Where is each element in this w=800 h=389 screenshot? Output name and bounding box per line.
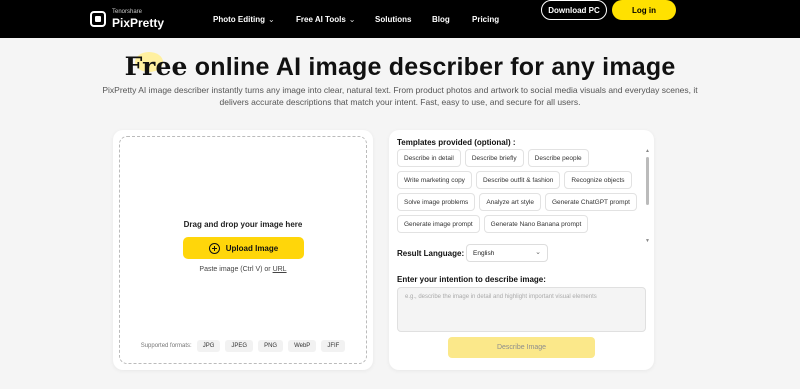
pixpretty-logo-icon xyxy=(90,11,106,27)
template-generate-image-prompt[interactable]: Generate image prompt xyxy=(397,215,480,233)
login-button[interactable]: Log in xyxy=(612,0,676,20)
format-badge: JPG xyxy=(196,340,221,352)
title-rest: online AI image describer for any image xyxy=(187,53,676,81)
template-describe-people[interactable]: Describe people xyxy=(527,149,589,167)
page-title: Free online AI image describer for any i… xyxy=(0,52,800,82)
format-badge: JFIF xyxy=(321,340,346,352)
scrollbar-thumb[interactable] xyxy=(646,157,649,205)
template-analyze-art-style[interactable]: Analyze art style xyxy=(479,193,541,211)
page-subtitle: PixPretty AI image describer instantly t… xyxy=(102,85,698,107)
logo-product: PixPretty xyxy=(112,16,165,30)
template-describe-briefly[interactable]: Describe briefly xyxy=(464,149,524,167)
intent-label: Enter your intention to describe image: xyxy=(397,275,546,284)
nav-pricing[interactable]: Pricing xyxy=(472,0,499,38)
chevron-down-icon: ⌄ xyxy=(535,249,541,256)
templates-scrollbar[interactable]: ▲ ▼ xyxy=(645,149,650,244)
formats-label: Supported formats: xyxy=(140,343,192,349)
format-badge: JPEG xyxy=(225,340,254,352)
drag-drop-text: Drag and drop your image here xyxy=(183,220,303,229)
logo-company: Tenorshare xyxy=(112,9,143,15)
download-pc-button[interactable]: Download PC xyxy=(541,0,607,20)
upload-image-button[interactable]: Upload Image xyxy=(183,237,304,259)
template-list: Describe in detail Describe briefly Desc… xyxy=(397,149,645,233)
template-generate-chatgpt-prompt[interactable]: Generate ChatGPT prompt xyxy=(545,193,637,211)
templates-heading: Templates provided (optional) : xyxy=(397,138,516,147)
add-circle-icon xyxy=(208,242,220,254)
result-language-label: Result Language: xyxy=(397,249,465,258)
nav-free-ai-tools[interactable]: Free AI Tools ⌄ xyxy=(296,0,356,38)
upload-panel: Drag and drop your image here Upload Ima… xyxy=(113,130,373,370)
template-describe-outfit-fashion[interactable]: Describe outfit & fashion xyxy=(475,171,561,189)
image-dropzone[interactable]: Drag and drop your image here Upload Ima… xyxy=(119,136,367,364)
options-panel: Templates provided (optional) : Describe… xyxy=(389,130,654,370)
chevron-down-icon: ⌄ xyxy=(348,14,356,24)
template-solve-image-problems[interactable]: Solve image problems xyxy=(397,193,476,211)
template-recognize-objects[interactable]: Recognize objects xyxy=(564,171,632,189)
scroll-up-icon[interactable]: ▲ xyxy=(645,149,650,154)
result-language-select[interactable]: English ⌄ xyxy=(466,244,548,262)
paste-hint: Paste image (Ctrl V) or URL xyxy=(199,266,287,273)
url-link[interactable]: URL xyxy=(273,266,287,273)
template-write-marketing-copy[interactable]: Write marketing copy xyxy=(397,171,472,189)
intent-textarea[interactable]: e.g., describe the image in detail and h… xyxy=(397,287,646,332)
nav-solutions[interactable]: Solutions xyxy=(375,0,411,38)
nav-photo-editing[interactable]: Photo Editing ⌄ xyxy=(213,0,275,38)
format-badge: PNG xyxy=(258,340,284,352)
describe-image-button[interactable]: Describe Image xyxy=(448,337,595,358)
pixpretty-logo[interactable]: Tenorshare PixPretty xyxy=(90,4,164,34)
top-navbar: Tenorshare PixPretty Photo Editing ⌄ Fre… xyxy=(0,0,800,38)
template-describe-in-detail[interactable]: Describe in detail xyxy=(397,149,461,167)
scroll-down-icon[interactable]: ▼ xyxy=(645,239,650,244)
format-badge: WebP xyxy=(288,340,317,352)
nav-blog[interactable]: Blog xyxy=(432,0,450,38)
supported-formats: Supported formats: JPG JPEG PNG WebP JFI… xyxy=(120,340,366,352)
template-generate-nano-banana-prompt[interactable]: Generate Nano Banana prompt xyxy=(483,215,589,233)
title-highlight: Free xyxy=(124,52,188,81)
chevron-down-icon: ⌄ xyxy=(268,14,275,24)
